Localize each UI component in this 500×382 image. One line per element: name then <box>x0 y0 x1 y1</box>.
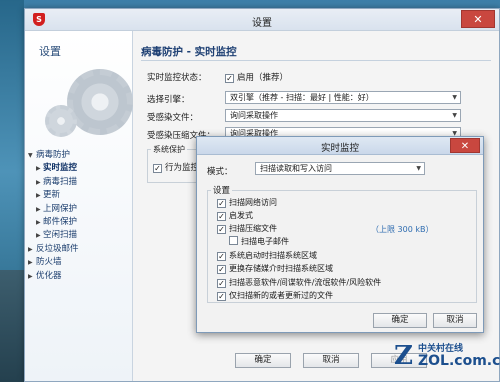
option-checkbox[interactable]: ✓ <box>217 265 226 274</box>
option-checkbox[interactable]: ✓ <box>217 279 226 288</box>
sidebar-title: 设置 <box>39 45 61 58</box>
desktop-rock <box>0 270 24 382</box>
arrow-right-icon: ▶ <box>36 232 41 240</box>
option-label: 扫描恶意软件/间谍软件/流氓软件/风险软件 <box>229 278 382 287</box>
sidebar-item-firewall[interactable]: ▶ 防火墙 <box>25 256 133 269</box>
window-titlebar: S 设置 ✕ <box>25 9 499 31</box>
zol-watermark: Z 中关村在线 ZOL.com.cn <box>392 339 500 379</box>
option-label: 扫描网络访问 <box>229 198 277 207</box>
sidebar-item-label: 邮件保护 <box>43 216 78 227</box>
chevron-down-icon: ▼ <box>452 94 457 101</box>
sidebar: 设置 ▼ 病毒防护 ▶ 实时监控 ▶ 病毒扫描 ▶ 更新 ▶ 上网保护 ▶ 邮件… <box>25 31 133 381</box>
archive-limit-note: （上限 300 kB） <box>371 225 434 234</box>
sidebar-item-virus-scan[interactable]: ▶ 病毒扫描 <box>25 176 133 189</box>
sidebar-item-idle-scan[interactable]: ▶ 空闲扫描 <box>25 229 133 242</box>
dialog-close-button[interactable]: ✕ <box>450 138 480 153</box>
dialog-titlebar: 实时监控 ✕ <box>197 137 483 155</box>
realtime-monitor-dialog: 实时监控 ✕ 模式： 扫描读取和写入访问 ▼ 设置 ✓ 扫描网络访问 ✓ 启发式 ✓… <box>196 136 484 333</box>
page-title: 病毒防护 - 实时监控 <box>141 46 237 58</box>
status-value: 启用（推荐） <box>237 73 289 83</box>
sidebar-item-virus-protection[interactable]: ▼ 病毒防护 <box>25 149 133 162</box>
option-scan-email[interactable]: 扫描电子邮件 <box>229 236 289 247</box>
sidebar-item-label: 优化器 <box>36 270 62 281</box>
option-label: 更换存储媒介时扫描系统区域 <box>229 264 333 273</box>
infected-label: 受感染文件： <box>147 113 199 123</box>
sidebar-item-label: 上网保护 <box>43 203 78 214</box>
engine-select-value: 双引擎（推荐 - 扫描：最好 | 性能：好） <box>230 93 374 102</box>
option-checkbox[interactable]: ✓ <box>217 212 226 221</box>
option-checkbox[interactable]: ✓ <box>217 225 226 234</box>
window-close-button[interactable]: ✕ <box>461 10 495 28</box>
status-checkbox[interactable]: ✓ <box>225 74 234 83</box>
option-label: 系统启动时扫描系统区域 <box>229 251 317 260</box>
arrow-right-icon: ▶ <box>36 165 41 173</box>
option-checkbox[interactable]: ✓ <box>217 252 226 261</box>
mode-label: 模式： <box>207 167 233 177</box>
option-label: 扫描电子邮件 <box>241 237 289 246</box>
system-protection-legend: 系统保护 <box>151 144 187 155</box>
gear-illustration-icon <box>43 61 133 139</box>
option-startup-scan[interactable]: ✓ 系统启动时扫描系统区域 <box>217 250 317 261</box>
sidebar-item-label: 病毒防护 <box>36 150 71 160</box>
behavior-checkbox-row[interactable]: ✓ 行为监控 <box>153 161 199 173</box>
infected-select-value: 询问采取操作 <box>230 111 278 120</box>
arrow-right-icon: ▶ <box>28 245 33 253</box>
gear-small-icon <box>45 105 77 137</box>
option-new-files-only[interactable]: ✓ 仅扫描新的或者更新过的文件 <box>217 290 333 301</box>
arrow-right-icon: ▶ <box>36 192 41 200</box>
status-checkbox-row[interactable]: ✓ 启用（推荐） <box>225 71 288 83</box>
chevron-down-icon: ▼ <box>416 165 421 172</box>
dialog-title: 实时监控 <box>320 143 359 154</box>
chevron-down-icon: ▼ <box>452 112 457 119</box>
arrow-right-icon: ▶ <box>36 218 41 226</box>
watermark-en-text: ZOL.com.cn <box>418 353 500 369</box>
dialog-ok-button[interactable]: 确定 <box>373 313 427 328</box>
settings-legend: 设置 <box>211 184 233 196</box>
arrow-right-icon: ▶ <box>36 178 41 186</box>
sidebar-nav: ▼ 病毒防护 ▶ 实时监控 ▶ 病毒扫描 ▶ 更新 ▶ 上网保护 ▶ 邮件保护 <box>25 149 133 283</box>
watermark-logo-icon: Z <box>394 341 413 371</box>
sidebar-item-label: 更新 <box>43 190 61 201</box>
expand-triangle-icon: ▼ <box>28 152 33 159</box>
infected-select[interactable]: 询问采取操作 ▼ <box>225 109 461 122</box>
sidebar-item-label: 防火墙 <box>36 257 62 268</box>
option-label: 启发式 <box>229 211 253 220</box>
behavior-checkbox[interactable]: ✓ <box>153 164 162 173</box>
ok-button[interactable]: 确定 <box>235 353 291 368</box>
arrow-right-icon: ▶ <box>28 272 33 280</box>
behavior-label: 行为监控 <box>165 163 200 173</box>
status-label: 实时监控状态： <box>147 73 207 83</box>
sidebar-item-antispam[interactable]: ▶ 反垃圾邮件 <box>25 243 133 256</box>
arrow-right-icon: ▶ <box>28 259 33 267</box>
option-scan-archives[interactable]: ✓ 扫描压缩文件 <box>217 223 277 234</box>
sidebar-item-label: 病毒扫描 <box>43 176 78 187</box>
option-scan-network[interactable]: ✓ 扫描网络访问 <box>217 197 277 208</box>
mode-select-value: 扫描读取和写入访问 <box>260 164 332 173</box>
sidebar-item-label: 空闲扫描 <box>43 230 78 241</box>
option-label: 仅扫描新的或者更新过的文件 <box>229 291 333 300</box>
engine-label: 选择引擎： <box>147 95 190 105</box>
arrow-right-icon: ▶ <box>36 205 41 213</box>
sidebar-item-optimizer[interactable]: ▶ 优化器 <box>25 270 133 283</box>
engine-select[interactable]: 双引擎（推荐 - 扫描：最好 | 性能：好） ▼ <box>225 91 461 104</box>
option-malware-scan[interactable]: ✓ 扫描恶意软件/间谍软件/流氓软件/风险软件 <box>217 277 381 288</box>
sidebar-item-update[interactable]: ▶ 更新 <box>25 189 133 202</box>
sidebar-item-mail-protection[interactable]: ▶ 邮件保护 <box>25 216 133 229</box>
mode-select[interactable]: 扫描读取和写入访问 ▼ <box>255 162 425 175</box>
gear-large-icon <box>67 69 133 135</box>
option-heuristic[interactable]: ✓ 启发式 <box>217 210 253 221</box>
sidebar-item-web-protection[interactable]: ▶ 上网保护 <box>25 203 133 216</box>
sidebar-item-label: 实时监控 <box>43 163 78 174</box>
dialog-cancel-button[interactable]: 取消 <box>433 313 477 328</box>
cancel-button[interactable]: 取消 <box>303 353 359 368</box>
option-media-change-scan[interactable]: ✓ 更换存储媒介时扫描系统区域 <box>217 263 333 274</box>
sidebar-item-realtime-monitor[interactable]: ▶ 实时监控 <box>25 162 133 175</box>
option-checkbox[interactable]: ✓ <box>217 292 226 301</box>
option-checkbox[interactable]: ✓ <box>217 199 226 208</box>
window-title: 设置 <box>252 18 272 29</box>
option-checkbox[interactable] <box>229 236 238 245</box>
option-label: 扫描压缩文件 <box>229 224 277 233</box>
title-divider <box>141 60 491 61</box>
sidebar-item-label: 反垃圾邮件 <box>36 243 79 254</box>
